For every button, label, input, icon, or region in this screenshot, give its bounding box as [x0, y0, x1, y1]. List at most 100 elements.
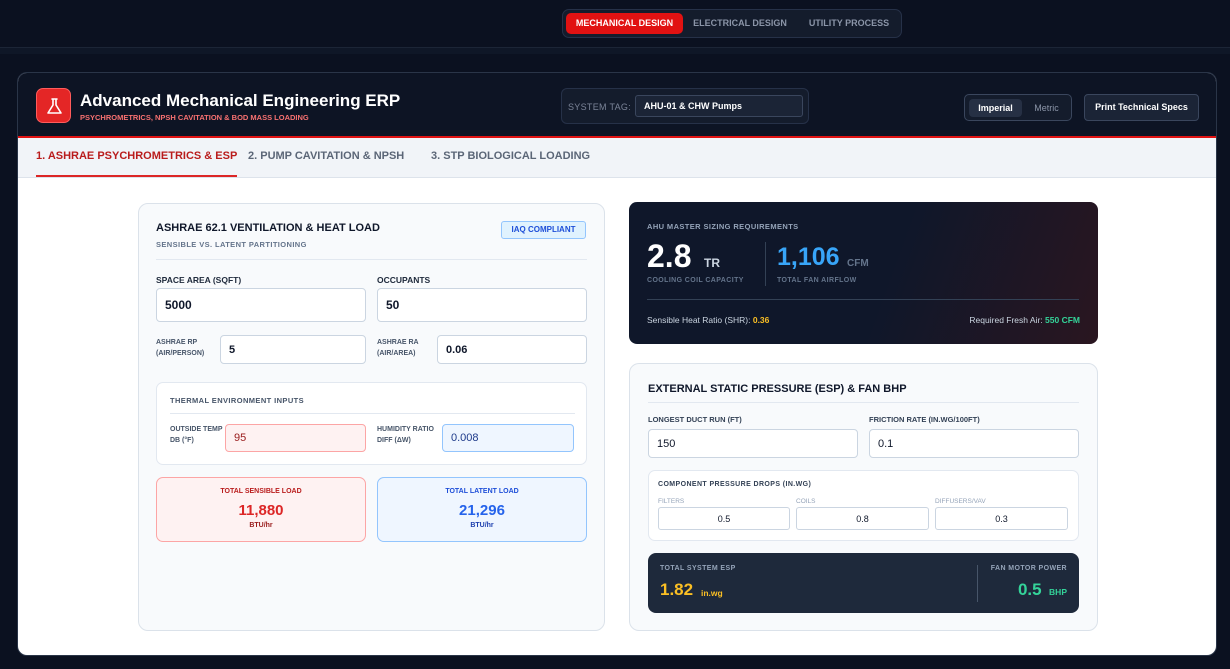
- humidity-ratio-label-line2: DIFF (ΔW): [377, 437, 411, 444]
- tab-electrical-design[interactable]: ELECTRICAL DESIGN: [687, 13, 793, 34]
- unit-toggle: Imperial Metric: [964, 94, 1072, 121]
- sensible-load-value: 11,880: [238, 502, 284, 519]
- coils-input[interactable]: [796, 507, 929, 530]
- divider: [648, 402, 1079, 403]
- occupants-input[interactable]: [377, 288, 587, 322]
- esp-card: EXTERNAL STATIC PRESSURE (ESP) & FAN BHP…: [629, 363, 1098, 631]
- cooling-capacity-value: 2.8: [647, 238, 692, 274]
- fan-motor-label: FAN MOTOR POWER: [990, 565, 1067, 572]
- fan-motor-unit: BHP: [1049, 587, 1067, 597]
- tab-mechanical-design[interactable]: MECHANICAL DESIGN: [566, 13, 683, 34]
- humidity-ratio-input[interactable]: [442, 424, 574, 452]
- divider: [977, 565, 978, 602]
- space-area-label: SPACE AREA (SQFT): [156, 275, 242, 285]
- fan-motor-value: 0.5: [1017, 580, 1042, 599]
- ashrae-rp-label: ASHRAE RP (AIR/PERSON): [156, 337, 204, 359]
- module-tabs: 1. ASHRAE PSYCHROMETRICS & ESP 2. PUMP C…: [18, 138, 1216, 178]
- sensible-load-title: TOTAL SENSIBLE LOAD: [220, 488, 302, 495]
- system-tag-box: SYSTEM TAG:: [561, 88, 809, 124]
- ashrae-ra-label-line2: (AIR/AREA): [377, 350, 416, 357]
- friction-rate-input[interactable]: [869, 429, 1079, 458]
- total-esp-label: TOTAL SYSTEM ESP: [660, 565, 736, 572]
- latent-load-title: TOTAL LATENT LOAD: [445, 488, 519, 495]
- esp-title: EXTERNAL STATIC PRESSURE (ESP) & FAN BHP: [648, 383, 907, 395]
- fresh-air-row: Required Fresh Air: 550 CFM: [969, 315, 1080, 325]
- divider-strip: [0, 48, 1230, 54]
- ashrae-ra-label: ASHRAE RA (AIR/AREA): [377, 337, 419, 359]
- tab-utility-process[interactable]: UTILITY PROCESS: [797, 13, 901, 34]
- fresh-air-value: 550 CFM: [1045, 315, 1080, 325]
- top-bar: MECHANICAL DESIGN ELECTRICAL DESIGN UTIL…: [0, 0, 1230, 48]
- divider: [647, 299, 1079, 300]
- thermal-inputs-box: THERMAL ENVIRONMENT INPUTS OUTSIDE TEMP D…: [156, 382, 587, 465]
- iaq-badge: IAQ COMPLIANT: [501, 221, 586, 239]
- friction-rate-label: FRICTION RATE (IN.WG/100FT): [869, 415, 980, 424]
- humidity-ratio-label: HUMIDITY RATIO DIFF (ΔW): [377, 424, 434, 446]
- airflow-value: 1,106: [777, 243, 840, 271]
- erp-panel: Advanced Mechanical Engineering ERP PSYC…: [17, 72, 1217, 656]
- esp-result-box: TOTAL SYSTEM ESP 1.82 in.wg FAN MOTOR PO…: [648, 553, 1079, 613]
- ventilation-subtitle: SENSIBLE VS. LATENT PARTITIONING: [156, 240, 307, 249]
- component-drops-box: COMPONENT PRESSURE DROPS (IN.WG) FILTERS…: [648, 470, 1079, 541]
- sensible-load-card: TOTAL SENSIBLE LOAD 11,880 BTU/hr: [156, 477, 366, 542]
- latent-load-value: 21,296: [459, 502, 505, 519]
- system-tag-input[interactable]: [635, 95, 803, 117]
- filters-input[interactable]: [658, 507, 790, 530]
- cooling-capacity-unit: TR: [704, 256, 720, 270]
- unit-metric-button[interactable]: Metric: [1024, 99, 1069, 117]
- tab-stp-loading[interactable]: 3. STP BIOLOGICAL LOADING: [431, 150, 590, 177]
- latent-load-card: TOTAL LATENT LOAD 21,296 BTU/hr: [377, 477, 587, 542]
- outside-temp-label: OUTSIDE TEMP DB (°F): [170, 424, 223, 446]
- ahu-sizing-card: AHU MASTER SIZING REQUIREMENTS 2.8 TR CO…: [629, 202, 1098, 344]
- unit-imperial-button[interactable]: Imperial: [969, 99, 1022, 117]
- design-mode-switcher: MECHANICAL DESIGN ELECTRICAL DESIGN UTIL…: [562, 9, 902, 38]
- shr-value: 0.36: [752, 315, 770, 325]
- outside-temp-label-line1: OUTSIDE TEMP: [170, 426, 223, 433]
- footer-band: [0, 656, 1230, 669]
- diffusers-label: DIFFUSERS/VAV: [935, 498, 986, 505]
- tab-psychrometrics[interactable]: 1. ASHRAE PSYCHROMETRICS & ESP: [36, 150, 238, 177]
- outside-temp-label-line2: DB (°F): [170, 437, 194, 444]
- app-subtitle: PSYCHROMETRICS, NPSH CAVITATION & BOD MA…: [80, 113, 309, 122]
- divider: [156, 259, 587, 260]
- divider: [765, 242, 766, 286]
- sensible-load-unit: BTU/hr: [249, 522, 273, 529]
- ventilation-card: ASHRAE 62.1 VENTILATION & HEAT LOAD SENS…: [138, 203, 605, 631]
- fan-motor-readout: 0.5 BHP: [1018, 580, 1067, 600]
- tab-pump-cavitation[interactable]: 2. PUMP CAVITATION & NPSH: [248, 150, 404, 177]
- divider: [170, 413, 575, 414]
- total-esp-unit: in.wg: [701, 588, 723, 598]
- thermal-title: THERMAL ENVIRONMENT INPUTS: [170, 396, 305, 405]
- outside-temp-input[interactable]: [225, 424, 366, 452]
- ashrae-rp-input[interactable]: [220, 335, 366, 364]
- ashrae-rp-label-line1: ASHRAE RP: [156, 339, 198, 346]
- diffusers-input[interactable]: [935, 507, 1068, 530]
- occupants-label: OCCUPANTS: [377, 275, 431, 285]
- app-title: Advanced Mechanical Engineering ERP: [80, 91, 401, 110]
- shr-label: Sensible Heat Ratio (SHR):: [647, 315, 751, 325]
- space-area-input[interactable]: [156, 288, 366, 322]
- print-specs-button[interactable]: Print Technical Specs: [1084, 94, 1199, 121]
- ashrae-ra-label-line1: ASHRAE RA: [377, 339, 419, 346]
- shr-row: Sensible Heat Ratio (SHR): 0.36: [647, 315, 769, 325]
- duct-run-label: LONGEST DUCT RUN (FT): [648, 415, 742, 424]
- ashrae-ra-input[interactable]: [437, 335, 587, 364]
- ashrae-rp-label-line2: (AIR/PERSON): [156, 350, 205, 357]
- total-esp-value: 1.82: [660, 580, 694, 599]
- airflow-unit: CFM: [847, 258, 869, 269]
- coils-label: COILS: [796, 498, 816, 505]
- duct-run-input[interactable]: [648, 429, 858, 458]
- latent-load-unit: BTU/hr: [470, 522, 494, 529]
- ventilation-title: ASHRAE 62.1 VENTILATION & HEAT LOAD: [156, 222, 380, 234]
- fresh-air-label: Required Fresh Air:: [969, 315, 1043, 325]
- component-row: FILTERS COILS DIFFUSERS/VAV: [658, 498, 1068, 534]
- flask-icon: [36, 88, 71, 123]
- system-tag-label: SYSTEM TAG:: [568, 102, 631, 112]
- cooling-capacity-label: COOLING COIL CAPACITY: [647, 277, 744, 284]
- component-drops-title: COMPONENT PRESSURE DROPS (IN.WG): [658, 481, 812, 488]
- humidity-ratio-label-line1: HUMIDITY RATIO: [377, 426, 434, 433]
- airflow-label: TOTAL FAN AIRFLOW: [777, 277, 857, 284]
- ahu-title: AHU MASTER SIZING REQUIREMENTS: [647, 222, 799, 231]
- filters-label: FILTERS: [658, 498, 685, 505]
- app-header: Advanced Mechanical Engineering ERP PSYC…: [18, 73, 1216, 138]
